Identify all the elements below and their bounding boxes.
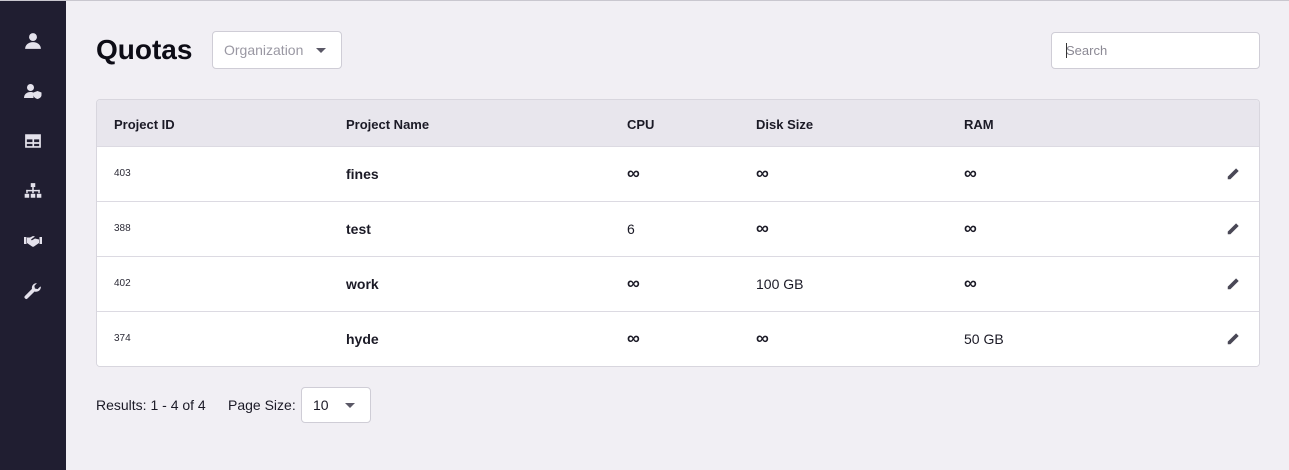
project-id-cell: 402 — [114, 278, 131, 289]
edit-button[interactable] — [1225, 331, 1241, 347]
sidebar-item-users[interactable] — [0, 21, 66, 61]
table-row: 402 work ∞ 100 GB ∞ — [97, 257, 1259, 312]
table-row: 374 hyde ∞ ∞ 50 GB — [97, 312, 1259, 366]
cpu-cell: ∞ — [627, 328, 640, 348]
pencil-icon — [1227, 168, 1239, 180]
sidebar — [0, 1, 66, 470]
pencil-icon — [1227, 278, 1239, 290]
sidebar-item-projects[interactable] — [0, 121, 66, 161]
table-row: 403 fines ∞ ∞ ∞ — [97, 147, 1259, 202]
cpu-cell: 6 — [627, 221, 635, 237]
ram-cell: 50 GB — [964, 331, 1004, 347]
user-icon — [25, 33, 41, 49]
sidebar-item-partners[interactable] — [0, 221, 66, 261]
table-header: Project ID Project Name CPU Disk Size RA… — [97, 100, 1259, 147]
column-header-disk-size[interactable]: Disk Size — [756, 117, 813, 132]
project-name-cell: test — [346, 221, 371, 237]
organization-select-placeholder: Organization — [224, 42, 304, 58]
column-header-project-id[interactable]: Project ID — [114, 117, 175, 132]
edit-button[interactable] — [1225, 276, 1241, 292]
chevron-down-icon — [316, 48, 326, 53]
project-id-cell: 388 — [114, 223, 131, 234]
results-count: Results: 1 - 4 of 4 — [96, 397, 206, 413]
organization-select[interactable]: Organization — [212, 31, 342, 69]
sidebar-item-admins[interactable] — [0, 71, 66, 111]
table-icon — [25, 134, 41, 148]
disk-size-cell: ∞ — [756, 328, 769, 348]
cpu-cell: ∞ — [627, 273, 640, 293]
text-cursor — [1066, 43, 1067, 58]
page-size-value: 10 — [313, 397, 329, 413]
pencil-icon — [1227, 223, 1239, 235]
ram-cell: ∞ — [964, 218, 977, 238]
project-id-cell: 403 — [114, 168, 131, 179]
ram-cell: ∞ — [964, 163, 977, 183]
sidebar-item-organizations[interactable] — [0, 171, 66, 211]
quotas-table: Project ID Project Name CPU Disk Size RA… — [96, 99, 1260, 367]
disk-size-cell: ∞ — [756, 218, 769, 238]
wrench-icon — [24, 283, 41, 299]
cpu-cell: ∞ — [627, 163, 640, 183]
page-size-label: Page Size: — [228, 397, 296, 413]
chevron-down-icon — [345, 403, 355, 408]
top-border — [0, 0, 1289, 1]
column-header-ram[interactable]: RAM — [964, 117, 994, 132]
column-header-project-name[interactable]: Project Name — [346, 117, 429, 132]
column-header-cpu[interactable]: CPU — [627, 117, 654, 132]
page-title: Quotas — [96, 34, 193, 65]
table-row: 388 test 6 ∞ ∞ — [97, 202, 1259, 257]
search-input[interactable] — [1051, 32, 1260, 69]
sitemap-icon — [24, 183, 42, 198]
pencil-icon — [1227, 333, 1239, 345]
edit-button[interactable] — [1225, 221, 1241, 237]
project-id-cell: 374 — [114, 333, 131, 344]
edit-button[interactable] — [1225, 166, 1241, 182]
ram-cell: ∞ — [964, 273, 977, 293]
project-name-cell: work — [346, 276, 379, 292]
project-name-cell: fines — [346, 166, 379, 182]
disk-size-cell: ∞ — [756, 163, 769, 183]
user-shield-icon — [24, 84, 42, 99]
project-name-cell: hyde — [346, 331, 379, 347]
disk-size-cell: 100 GB — [756, 276, 804, 292]
handshake-icon — [24, 236, 42, 247]
page-size-select[interactable]: 10 — [301, 387, 371, 423]
sidebar-item-settings[interactable] — [0, 271, 66, 311]
